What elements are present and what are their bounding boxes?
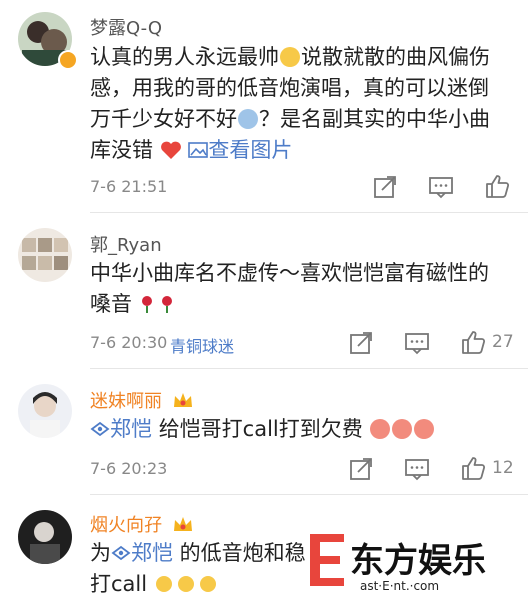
heart-eyes-emoji-icon: [392, 419, 413, 439]
thumbs-up-emoji-icon: [155, 576, 216, 592]
avatar[interactable]: [18, 510, 72, 564]
vip-crown-icon: [173, 393, 192, 407]
heart-eyes-emoji-icon: [414, 419, 435, 439]
like-icon[interactable]: [484, 173, 510, 199]
avatar[interactable]: [18, 228, 72, 282]
user-tag[interactable]: 青铜球迷: [170, 333, 234, 357]
username[interactable]: 梦露Q-Q: [90, 14, 162, 40]
super-topic-icon: [111, 545, 131, 561]
like-count: 12: [492, 458, 514, 478]
timestamp: 7-6 20:23: [90, 459, 168, 478]
rose-emoji-icon: [141, 296, 172, 313]
divider: [90, 494, 528, 495]
vip-crown-icon: [173, 517, 192, 531]
mention-link[interactable]: 郑恺: [90, 417, 159, 441]
crying-emoji-icon: [238, 109, 258, 129]
avatar[interactable]: [18, 384, 72, 438]
svg-text:ast·E·nt.·com: ast·E·nt.·com: [360, 579, 439, 593]
watermark-logo: 东方娱乐 ast·E·nt.·com: [300, 526, 520, 596]
username[interactable]: 迷妹啊丽: [90, 387, 194, 413]
timestamp: 7-6 21:51: [90, 177, 168, 196]
like-icon[interactable]: [460, 455, 486, 481]
comment-text: 郑恺 给恺哥打call打到欠费: [90, 414, 520, 445]
watermark-graphic: 东方娱乐 ast·E·nt.·com: [310, 534, 486, 593]
scared-emoji-icon: [280, 47, 300, 67]
super-topic-icon: [90, 421, 110, 437]
divider: [90, 368, 528, 369]
comment-text: 认真的男人永远最帅 说散就散的曲风偏伤 感，用我的哥的低音炮演唱，真的可以迷倒 万…: [90, 45, 490, 162]
verified-badge-icon: [58, 50, 78, 70]
comment-icon[interactable]: [404, 456, 430, 482]
comment-icon[interactable]: [404, 330, 430, 356]
heart-eyes-emoji-icon: [370, 419, 391, 439]
divider: [90, 212, 528, 213]
mention-link[interactable]: 郑恺: [111, 541, 173, 565]
username[interactable]: 郭_Ryan: [90, 231, 162, 257]
forward-icon[interactable]: [372, 174, 398, 200]
image-icon: [188, 142, 209, 158]
svg-text:东方娱乐: 东方娱乐: [350, 541, 486, 581]
view-image-link[interactable]: 查看图片: [188, 138, 292, 162]
forward-icon[interactable]: [348, 330, 374, 356]
username[interactable]: 烟火向孖: [90, 511, 194, 537]
like-icon[interactable]: [460, 329, 486, 355]
avatar-image: [18, 384, 72, 438]
avatar-image: [18, 228, 72, 282]
heart-icon: [160, 141, 181, 159]
like-count: 27: [492, 332, 514, 352]
comment-text: 中华小曲库名不虚传～喜欢恺恺富有磁性的 嗓音: [90, 261, 489, 316]
timestamp: 7-6 20:30: [90, 333, 168, 352]
comment-icon[interactable]: [428, 174, 454, 200]
forward-icon[interactable]: [348, 456, 374, 482]
emoji-group: [369, 417, 435, 441]
avatar-image: [18, 510, 72, 564]
